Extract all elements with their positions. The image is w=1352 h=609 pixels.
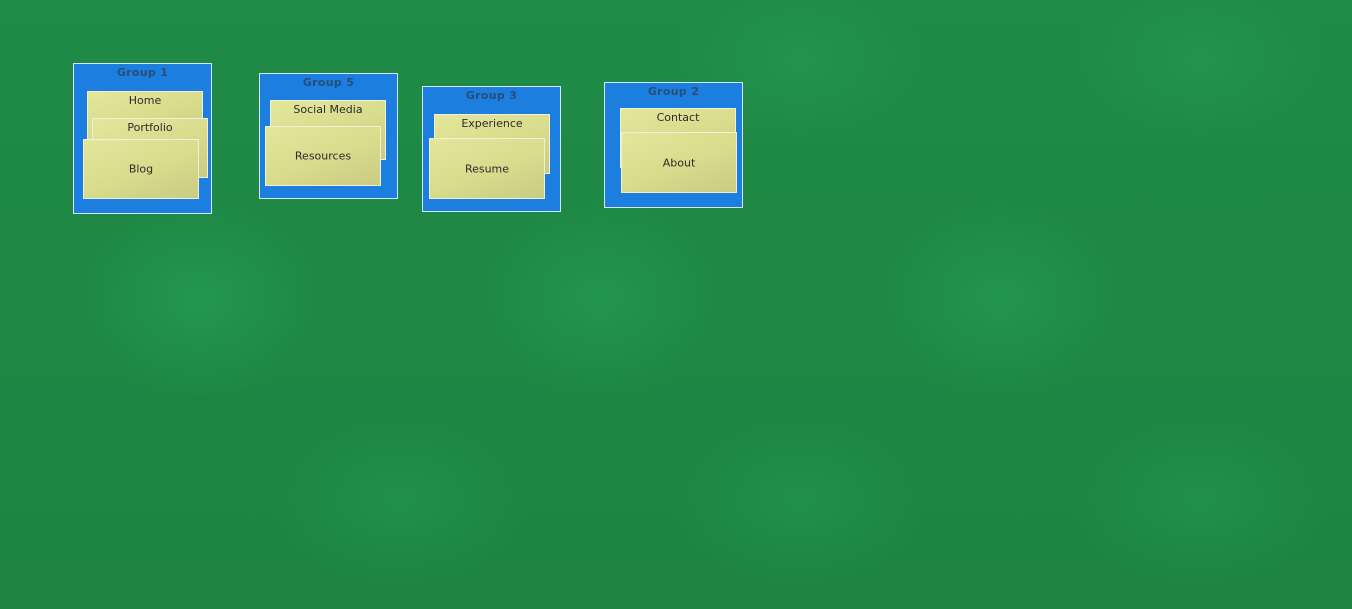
group-title: Group 2	[647, 85, 700, 98]
group-3[interactable]: Group 3 Experience Resume	[422, 86, 561, 212]
card-label: Social Media	[293, 103, 363, 116]
desktop: { "groups": [ { "title": "Group 1", "car…	[0, 0, 1352, 609]
card-label: Contact	[656, 111, 700, 124]
card-about[interactable]: About	[621, 132, 737, 193]
card-resources[interactable]: Resources	[265, 126, 381, 186]
card-label: Portfolio	[127, 121, 173, 134]
card-label: Home	[128, 94, 162, 107]
group-title: Group 5	[302, 76, 355, 89]
group-1[interactable]: Group 1 Home Portfolio Blog	[73, 63, 212, 214]
card-blog[interactable]: Blog	[83, 139, 199, 199]
card-resume[interactable]: Resume	[429, 138, 545, 199]
group-2[interactable]: Group 2 Contact About	[604, 82, 743, 208]
card-label: Blog	[128, 162, 154, 176]
card-label: About	[662, 156, 696, 169]
card-label: Resume	[464, 162, 510, 175]
group-5[interactable]: Group 5 Social Media Resources	[259, 73, 398, 199]
group-title: Group 1	[116, 66, 169, 79]
card-label: Experience	[461, 117, 523, 130]
card-label: Resources	[294, 149, 352, 163]
group-title: Group 3	[465, 89, 518, 102]
